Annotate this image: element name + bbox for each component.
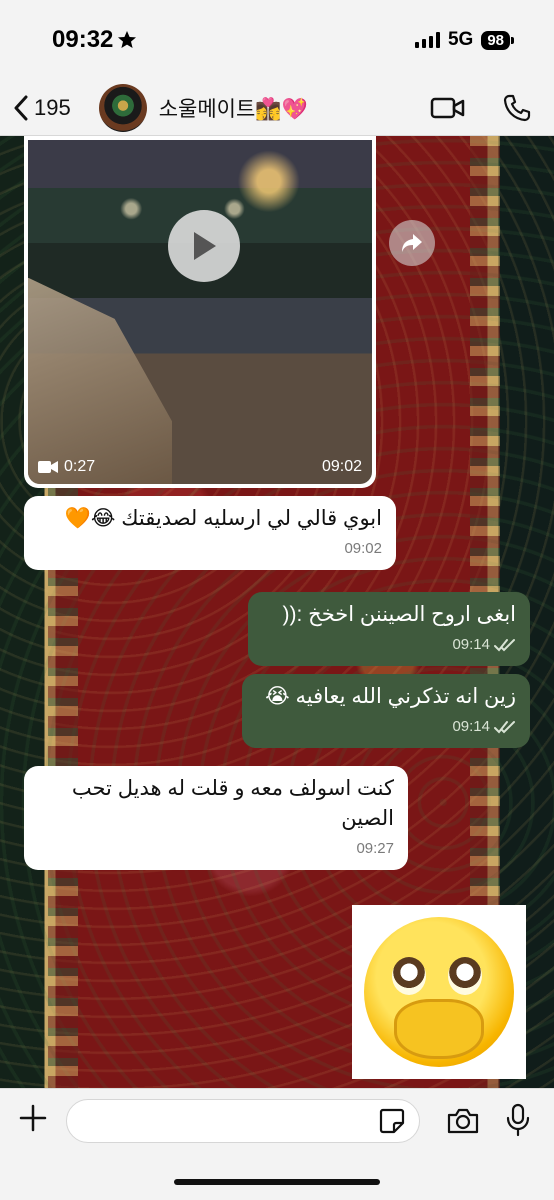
message-text: زين انه تذكرني الله يعافيه 😭 <box>265 685 516 708</box>
chat-header: 195 소울메이트👩‍❤️‍💋‍👩💖 <box>0 80 554 136</box>
crying-face-sticker <box>364 917 514 1067</box>
clock: 09:32 <box>52 26 114 53</box>
message-text: ابغى اروح الصيننن اخخخ :(( <box>282 603 516 626</box>
message-time: 09:02 <box>344 540 382 557</box>
unread-count: 195 <box>34 94 71 120</box>
message-text: كنت اسولف معه و قلت له هديل تحب الصين <box>71 777 394 830</box>
video-camera-icon[interactable] <box>430 96 466 120</box>
network-type: 5G <box>447 29 474 50</box>
plus-icon[interactable] <box>18 1103 48 1133</box>
play-icon <box>194 232 216 260</box>
battery-level: 98 <box>481 30 514 50</box>
microphone-icon[interactable] <box>506 1103 530 1137</box>
double-check-icon <box>494 639 515 652</box>
double-check-icon <box>494 721 515 734</box>
sticker-message[interactable] <box>352 905 526 1079</box>
video-duration: 0:27 <box>64 458 96 475</box>
avatar[interactable] <box>98 83 147 132</box>
status-bar: 09:32 5G 98 <box>0 0 554 80</box>
video-meta: 0:27 09:02 <box>38 458 362 476</box>
back-button[interactable]: 195 <box>12 95 71 121</box>
message-text: ابوي قالي لي ارسليه لصديقتك 😂🧡 <box>64 507 382 530</box>
video-timestamp: 09:02 <box>321 458 362 475</box>
message-incoming[interactable]: ابوي قالي لي ارسليه لصديقتك 😂🧡 09:02 <box>24 496 396 570</box>
signal-icon <box>414 32 440 48</box>
message-time: 09:14 <box>452 636 490 653</box>
sticker-icon[interactable] <box>378 1107 406 1135</box>
phone-icon[interactable] <box>502 93 532 123</box>
message-input[interactable] <box>66 1099 420 1143</box>
chevron-left-icon <box>14 95 28 120</box>
status-time: 09:32 <box>52 26 137 54</box>
status-indicators: 5G 98 <box>414 29 514 51</box>
video-message[interactable]: 0:27 09:02 <box>24 136 376 488</box>
contact-name[interactable]: 소울메이트👩‍❤️‍💋‍👩💖 <box>159 93 430 123</box>
message-time: 09:14 <box>452 718 490 735</box>
message-outgoing[interactable]: زين انه تذكرني الله يعافيه 😭 09:14 <box>242 674 530 748</box>
forward-button[interactable] <box>389 220 435 266</box>
input-bar <box>0 1088 554 1200</box>
video-thumbnail: 0:27 09:02 <box>28 140 372 484</box>
forward-icon <box>402 234 422 252</box>
message-outgoing[interactable]: ابغى اروح الصيننن اخخخ :(( 09:14 <box>248 592 530 666</box>
video-camera-small-icon <box>38 461 58 473</box>
message-incoming[interactable]: كنت اسولف معه و قلت له هديل تحب الصين 09… <box>24 766 408 870</box>
star-icon <box>118 31 137 48</box>
message-time: 09:27 <box>356 840 394 857</box>
home-indicator <box>174 1179 380 1185</box>
play-button[interactable] <box>168 210 240 282</box>
camera-icon[interactable] <box>446 1107 480 1135</box>
